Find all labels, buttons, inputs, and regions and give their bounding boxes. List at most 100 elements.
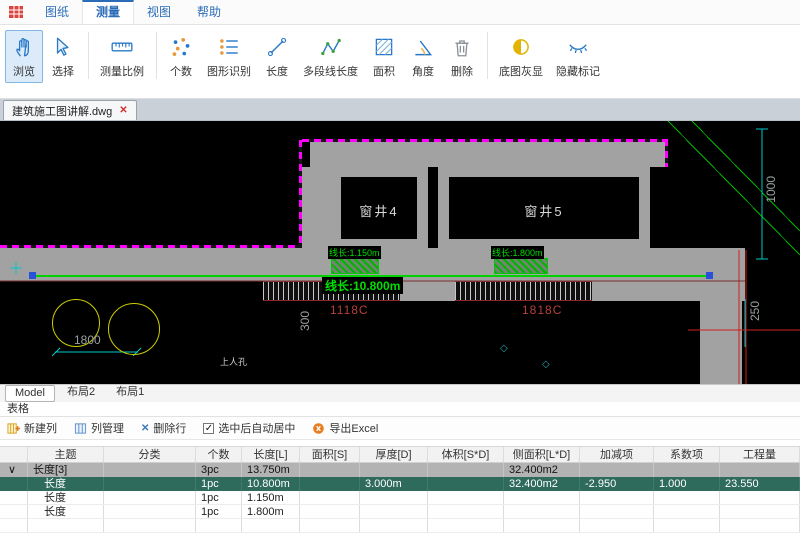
tool-label: 角度: [412, 63, 434, 79]
column-header-adjust[interactable]: 加减项: [580, 447, 654, 462]
table-row[interactable]: 长度1pc1.150m: [0, 491, 800, 505]
ruler-icon: [110, 35, 134, 59]
count-dots-icon: [169, 35, 193, 59]
cell-count: 3pc: [196, 463, 242, 477]
window1-tag: 1118C: [330, 303, 369, 317]
window2-tag: 1818C: [522, 303, 562, 317]
document-tab-bar: 建筑施工图讲解.dwg ✕: [0, 99, 800, 121]
column-header-count[interactable]: 个数: [196, 447, 242, 462]
tool-dim-background[interactable]: 底图灰显: [493, 30, 549, 83]
tool-shape-recognition[interactable]: 图形识别: [201, 30, 257, 83]
table-row[interactable]: ∨长度[3]3pc13.750m32.400m2: [0, 463, 800, 477]
document-tab-label: 建筑施工图讲解.dwg: [12, 103, 112, 119]
layout-tab-layout2[interactable]: 布局2: [58, 385, 104, 402]
auto-center-checkbox[interactable]: ✓: [203, 423, 214, 434]
cell-quantity: [720, 505, 800, 518]
length-line-icon: [265, 35, 289, 59]
insulation-dash-lower: [0, 245, 302, 248]
dim-1800: 1800: [74, 333, 101, 347]
tool-select[interactable]: 选择: [44, 30, 82, 83]
total-length-label: 线长:10.800m: [322, 277, 403, 294]
cell-side_area: 32.400m2: [504, 463, 580, 477]
measure-handle-right[interactable]: [706, 272, 713, 279]
well4-label: 窗井4: [341, 201, 417, 220]
new-column-button[interactable]: 新建列: [7, 420, 57, 436]
angle-icon: [411, 35, 435, 59]
cell-length: 13.750m: [242, 463, 300, 477]
tool-polyline-length[interactable]: 多段线长度: [297, 30, 364, 83]
tool-label: 个数: [170, 63, 192, 79]
cell-volume: [428, 491, 504, 504]
new-column-label: 新建列: [24, 420, 57, 436]
column-manage-button[interactable]: 列管理: [74, 420, 124, 436]
row-expander-icon[interactable]: ∨: [0, 463, 28, 477]
column-header-area[interactable]: 面积[S]: [300, 447, 360, 462]
column-header-category[interactable]: 分类: [104, 447, 196, 462]
table-panel-title: 表格: [7, 403, 29, 415]
tool-label: 隐藏标记: [556, 63, 600, 79]
ribbon-toolbar: 浏览选择测量比例个数图形识别长度多段线长度面积角度 删除 底图灰显隐藏标记: [0, 25, 800, 99]
tool-delete[interactable]: 删除: [443, 30, 481, 83]
cell-topic: 长度: [28, 491, 104, 504]
menu-tab-drawings[interactable]: 图纸: [32, 0, 82, 24]
column-header-topic[interactable]: 主题: [28, 447, 104, 462]
cell-area: [300, 477, 360, 491]
dim-1000: 1000: [764, 176, 778, 203]
menu-tab-measure[interactable]: 测量: [82, 0, 134, 24]
cell-factor: [654, 463, 720, 477]
column-header-volume[interactable]: 体积[S*D]: [428, 447, 504, 462]
cell-quantity: [720, 519, 800, 532]
export-excel-button[interactable]: 导出Excel: [312, 420, 378, 436]
table-row[interactable]: 长度1pc10.800m3.000m32.400m2-2.9501.00023.…: [0, 477, 800, 491]
tool-length[interactable]: 长度: [258, 30, 296, 83]
tool-measure-scale[interactable]: 测量比例: [94, 30, 150, 83]
tool-hide-marks[interactable]: 隐藏标记: [550, 30, 606, 83]
column-header-thickness[interactable]: 厚度[D]: [360, 447, 428, 462]
cad-canvas[interactable]: 窗井4 窗井5 线长:1.150m 线长:1.800m 线长:10.800m 1…: [0, 121, 800, 384]
tool-area[interactable]: 面积: [365, 30, 403, 83]
cell-volume: [428, 477, 504, 491]
auto-center-label: 选中后自动居中: [218, 420, 295, 436]
layout-tab-layout1[interactable]: 布局1: [107, 385, 153, 402]
column-header-length[interactable]: 长度[L]: [242, 447, 300, 462]
menu-tab-help[interactable]: 帮助: [184, 0, 234, 24]
auto-center-option[interactable]: ✓ 选中后自动居中: [203, 420, 295, 436]
column-header-side_area[interactable]: 侧面积[L*D]: [504, 447, 580, 462]
cell-count: 1pc: [196, 505, 242, 518]
column-manage-label: 列管理: [91, 420, 124, 436]
cell-quantity: 23.550: [720, 477, 800, 491]
table-row[interactable]: 长度1pc1.800m: [0, 505, 800, 519]
tool-count[interactable]: 个数: [162, 30, 200, 83]
detail-note: 上人孔: [220, 355, 247, 368]
insulation-dash-left: [299, 140, 302, 248]
cell-length: 1.800m: [242, 505, 300, 518]
column-header-factor[interactable]: 系数项: [654, 447, 720, 462]
layout-tab-model[interactable]: Model: [5, 385, 55, 402]
menu-tab-view[interactable]: 视图: [134, 0, 184, 24]
delete-row-button[interactable]: ✕ 删除行: [141, 420, 186, 436]
document-tab[interactable]: 建筑施工图讲解.dwg ✕: [3, 100, 137, 120]
cell-factor: [654, 519, 720, 532]
row-expander: [0, 491, 28, 504]
delete-row-label: 删除行: [153, 420, 186, 436]
measure-handle-left[interactable]: [29, 272, 36, 279]
cell-adjust: [580, 519, 654, 532]
cell-topic: 长度: [28, 477, 104, 491]
cell-category: [104, 505, 196, 518]
column-header-quantity[interactable]: 工程量: [720, 447, 800, 462]
cell-side_area: 32.400m2: [504, 477, 580, 491]
expander-column-header: [0, 447, 28, 462]
dim-250: 250: [748, 301, 762, 321]
cell-length: 10.800m: [242, 477, 300, 491]
column-symbol-2: [108, 303, 160, 355]
row-expander: [0, 477, 28, 491]
tool-label: 删除: [451, 63, 473, 79]
tool-browse[interactable]: 浏览: [5, 30, 43, 83]
table-row[interactable]: [0, 519, 800, 533]
app-icon[interactable]: [8, 4, 24, 20]
close-tab-icon[interactable]: ✕: [119, 105, 127, 116]
measured-segment-2: [494, 258, 548, 274]
export-excel-label: 导出Excel: [329, 420, 378, 436]
cell-area: [300, 505, 360, 518]
tool-angle[interactable]: 角度: [404, 30, 442, 83]
